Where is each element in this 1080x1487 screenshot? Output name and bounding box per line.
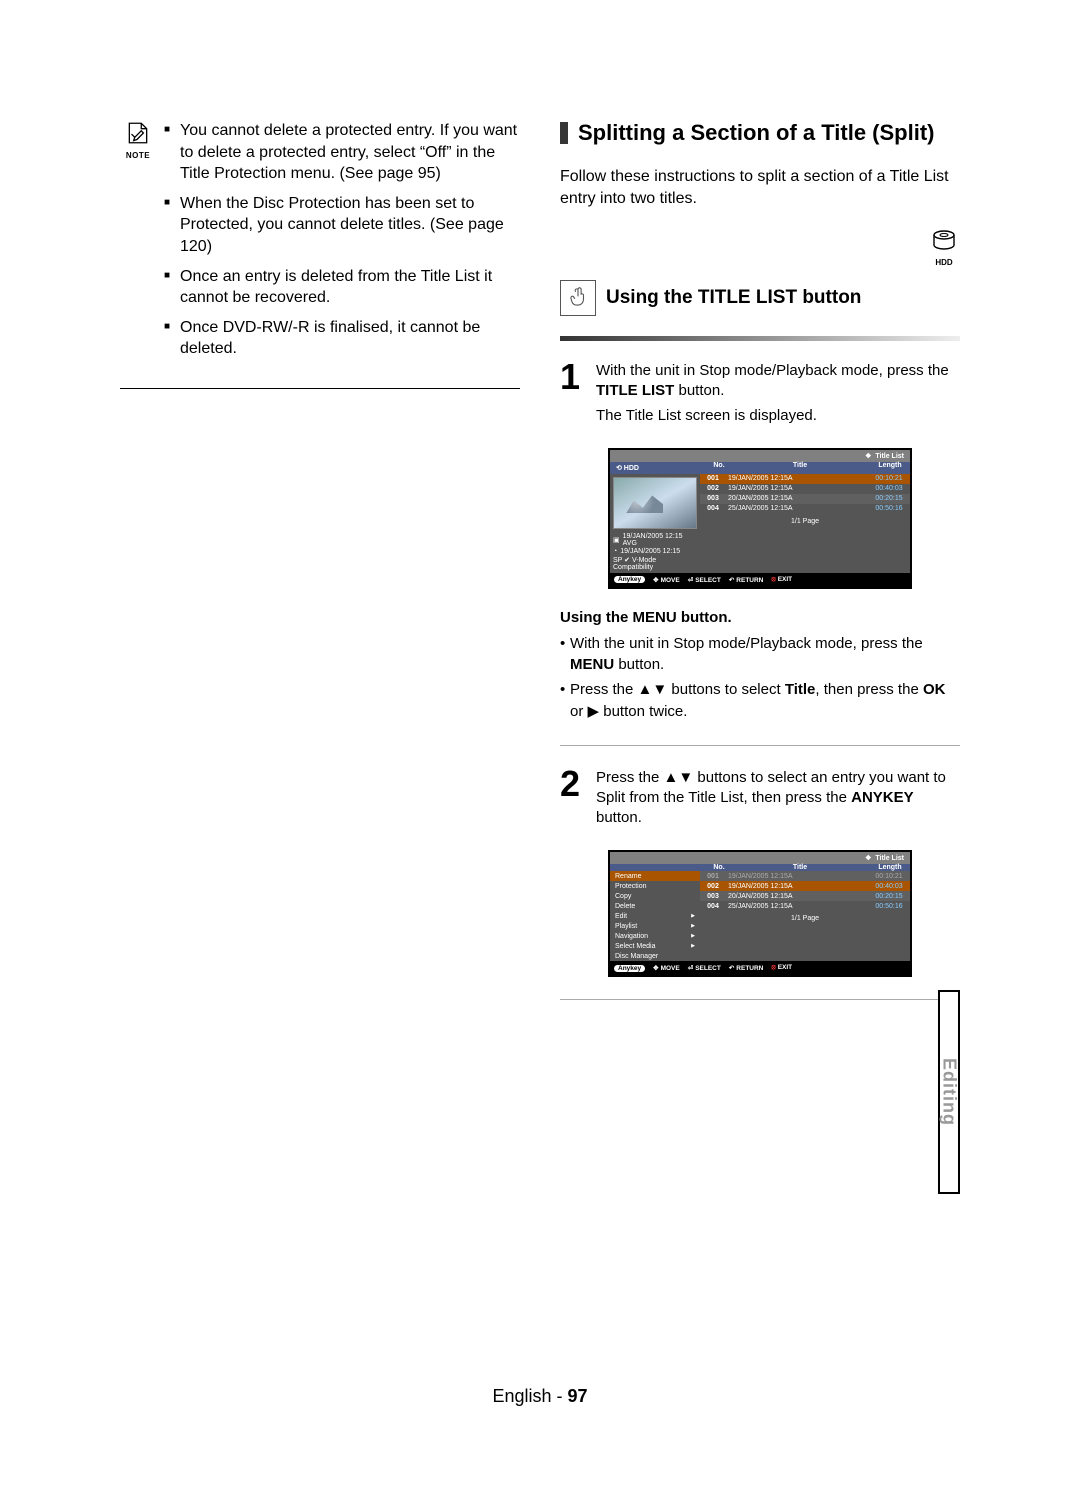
step1-line1: With the unit in Stop mode/Playback mode… — [596, 361, 960, 402]
note-item: Once an entry is deleted from the Title … — [164, 266, 520, 309]
menu-sub-item: Press the ▲▼ buttons to select Title, th… — [560, 679, 960, 723]
sub-title: Using the TITLE LIST button — [606, 287, 861, 309]
section-heading: Splitting a Section of a Title (Split) — [560, 120, 960, 146]
page-footer: English - 97 — [0, 1386, 1080, 1407]
hand-press-icon — [560, 280, 596, 316]
divider — [560, 999, 960, 1000]
divider — [560, 745, 960, 746]
osd-title-list-1: Title List ⟲ HDD No. Title Length ▣19/JA… — [608, 448, 912, 589]
divider — [120, 388, 520, 389]
menu-sub-item: With the unit in Stop mode/Playback mode… — [560, 633, 960, 677]
thumbnail-preview — [613, 477, 697, 529]
step-number: 1 — [560, 361, 588, 430]
step-number: 2 — [560, 768, 588, 833]
section-tab: Editing — [938, 990, 960, 1194]
intro-text: Follow these instructions to split a sec… — [560, 166, 960, 209]
step2-text: Press the ▲▼ buttons to select an entry … — [596, 768, 960, 829]
osd-title-list-2: Title List No. Title Length Rename Prote… — [608, 850, 912, 977]
note-block: NOTE You cannot delete a protected entry… — [120, 120, 520, 368]
note-icon — [120, 120, 156, 153]
menu-sub-heading: Using the MENU button. — [560, 607, 960, 629]
step1-line2: The Title List screen is displayed. — [596, 406, 960, 426]
note-item: When the Disc Protection has been set to… — [164, 193, 520, 258]
section-title: Splitting a Section of a Title (Split) — [578, 120, 935, 146]
gradient-divider — [560, 336, 960, 341]
note-item: You cannot delete a protected entry. If … — [164, 120, 520, 185]
note-item: Once DVD-RW/-R is finalised, it cannot b… — [164, 317, 520, 360]
hdd-icon: HDD — [928, 229, 960, 261]
